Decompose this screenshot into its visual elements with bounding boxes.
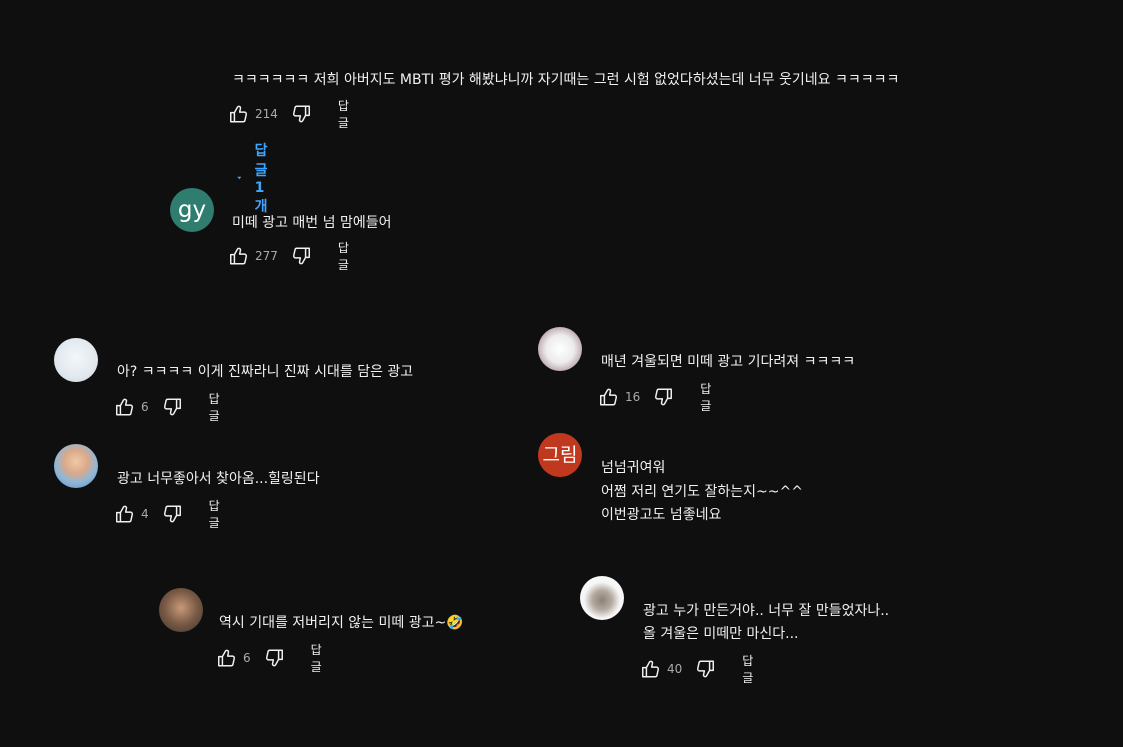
like-count: 16 — [625, 390, 641, 404]
comment-actions: 214 답글 — [228, 99, 353, 130]
like-count: 40 — [667, 662, 683, 676]
avatar[interactable] — [54, 338, 98, 382]
thumbs-up-icon — [230, 247, 247, 265]
reply-button[interactable]: 답글 — [700, 380, 715, 414]
thumbs-down-icon — [292, 105, 310, 123]
thumbs-down-icon — [163, 505, 181, 523]
like-button[interactable] — [598, 385, 620, 409]
dislike-button[interactable] — [694, 657, 716, 681]
like-count: 6 — [243, 651, 251, 665]
avatar[interactable]: 그림 — [538, 433, 582, 477]
thumbs-up-icon — [116, 505, 133, 523]
comment-text: 아? ㅋㅋㅋㅋ 이게 진짜라니 진짜 시대를 담은 광고 — [117, 364, 414, 380]
reply-button[interactable]: 답글 — [209, 390, 224, 424]
comment-text: 역시 기대를 저버리지 않는 미떼 광고~🤣 — [219, 615, 464, 631]
thumbs-up-icon — [218, 649, 235, 667]
dislike-button[interactable] — [263, 646, 285, 670]
dislike-button[interactable] — [290, 102, 312, 126]
like-button[interactable] — [114, 502, 136, 526]
comment-text: 매년 겨울되면 미떼 광고 기다려져 ㅋㅋㅋㅋ — [601, 354, 856, 370]
comment-actions: 6 답글 — [216, 643, 326, 674]
like-button[interactable] — [640, 657, 662, 681]
avatar[interactable] — [538, 327, 582, 371]
avatar[interactable]: gy — [170, 188, 214, 232]
thumbs-up-icon — [600, 388, 617, 406]
avatar[interactable] — [159, 588, 203, 632]
view-replies-button[interactable]: 답글 1개 — [236, 140, 277, 216]
comment-text: 광고 누가 만든거야.. 너무 잘 만들었자나.. 올 겨울은 미떼만 마신다.… — [643, 603, 890, 642]
dislike-button[interactable] — [161, 502, 183, 526]
like-button[interactable] — [228, 244, 250, 268]
like-count: 214 — [255, 107, 278, 121]
thumbs-down-icon — [697, 660, 715, 678]
reply-button[interactable]: 답글 — [209, 497, 224, 531]
reply-button[interactable]: 답글 — [742, 652, 757, 686]
reply-button[interactable]: 답글 — [338, 97, 353, 131]
view-replies-label: 답글 1개 — [254, 143, 268, 215]
comment-actions: 16 답글 — [598, 382, 715, 413]
thumbs-down-icon — [163, 398, 181, 416]
like-count: 6 — [141, 400, 149, 414]
comment-actions: 4 답글 — [114, 499, 224, 530]
thumbs-down-icon — [292, 247, 310, 265]
thumbs-down-icon — [655, 388, 673, 406]
comment-text: 넘넘귀여워 어쩜 저리 연기도 잘하는지~~^^ 이번광고도 넘좋네요 — [601, 460, 803, 523]
thumbs-up-icon — [642, 660, 659, 678]
caret-down-icon — [237, 176, 242, 180]
dislike-button[interactable] — [161, 395, 183, 419]
reply-button[interactable]: 답글 — [311, 641, 326, 675]
comment-actions: 6 답글 — [114, 392, 224, 423]
comment-text: ㅋㅋㅋㅋㅋㅋ 저희 아버지도 MBTI 평가 해봤냐니까 자기때는 그런 시험 … — [232, 72, 900, 88]
thumbs-up-icon — [116, 398, 133, 416]
comment-text: 광고 너무좋아서 찾아옴...힐링된다 — [117, 471, 320, 487]
avatar[interactable] — [54, 444, 98, 488]
comment-actions: 277 답글 — [228, 241, 353, 272]
reply-button[interactable]: 답글 — [338, 239, 353, 273]
thumbs-down-icon — [265, 649, 283, 667]
thumbs-up-icon — [230, 105, 247, 123]
like-count: 4 — [141, 507, 149, 521]
comment-actions: 40 답글 — [640, 654, 757, 685]
avatar-initials: gy — [177, 196, 207, 223]
dislike-button[interactable] — [652, 385, 674, 409]
like-button[interactable] — [228, 102, 250, 126]
like-button[interactable] — [216, 646, 238, 670]
avatar-initials: 그림 — [542, 443, 578, 466]
like-count: 277 — [255, 249, 278, 263]
dislike-button[interactable] — [290, 244, 312, 268]
like-button[interactable] — [114, 395, 136, 419]
comment-text: 미떼 광고 매번 넘 맘에들어 — [232, 215, 392, 231]
avatar[interactable] — [580, 576, 624, 620]
